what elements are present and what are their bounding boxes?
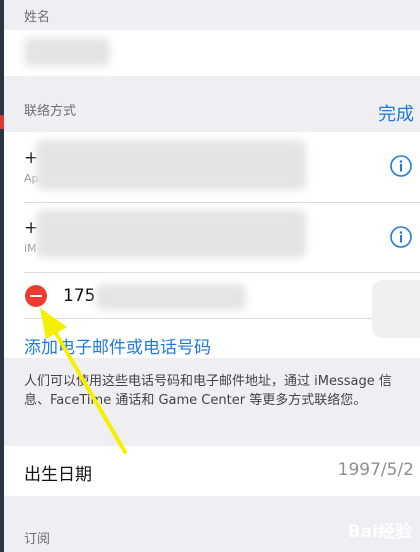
annotation-arrow [40, 308, 127, 454]
